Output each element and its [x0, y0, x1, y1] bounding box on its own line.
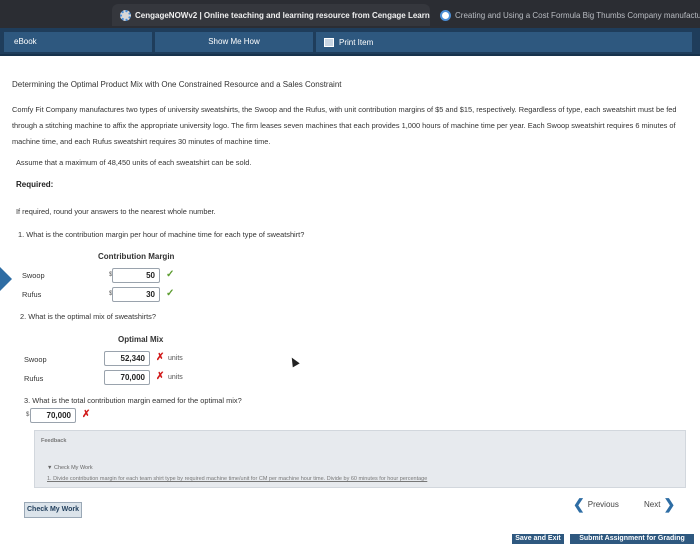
submit-assignment-button[interactable]: Submit Assignment for Grading	[570, 534, 694, 544]
current-row-indicator-icon	[0, 267, 12, 291]
chevron-left-icon: ❮	[573, 496, 585, 512]
previous-label: Previous	[587, 500, 619, 509]
problem-title: Determining the Optimal Product Mix with…	[12, 80, 342, 89]
required-heading: Required:	[16, 180, 54, 189]
tab-title: Creating and Using a Cost Formula Big Th…	[455, 10, 700, 20]
feedback-label: Feedback	[41, 438, 67, 444]
feedback-hint: 1. Divide contribution margin for each t…	[47, 476, 428, 482]
browser-tab-bar: CengageNOWv2 | Online teaching and learn…	[0, 0, 700, 28]
correct-check-icon: ✓	[166, 288, 175, 299]
q2-row-label-swoop: Swoop	[24, 355, 47, 364]
units-label: units	[168, 374, 183, 381]
correct-check-icon: ✓	[166, 269, 175, 280]
save-and-exit-button[interactable]: Save and Exit	[512, 534, 564, 544]
tab-title: CengageNOWv2 | Online teaching and learn…	[135, 10, 430, 20]
ebook-button[interactable]: eBook	[4, 32, 152, 52]
q1-row-label-swoop: Swoop	[22, 271, 45, 280]
q1-row-label-rufus: Rufus	[22, 290, 42, 299]
q3-currency: $	[26, 412, 30, 418]
q1-column-header: Contribution Margin	[98, 252, 175, 261]
browser-tab-cengage[interactable]: CengageNOWv2 | Online teaching and learn…	[112, 4, 430, 26]
question-1-text: 1. What is the contribution margin per h…	[18, 230, 305, 239]
q3-total-cm-input[interactable]: 70,000	[30, 408, 76, 423]
app-toolbar: eBook Show Me How Print Item	[0, 28, 700, 56]
question-3-text: 3. What is the total contribution margin…	[24, 396, 242, 405]
q2-rufus-input[interactable]: 70,000	[104, 370, 150, 385]
previous-button[interactable]: ❮ Previous	[570, 496, 619, 513]
q2-row-label-rufus: Rufus	[24, 374, 44, 383]
next-button[interactable]: Next ❯	[644, 496, 678, 513]
rounding-instruction: If required, round your answers to the n…	[16, 207, 216, 216]
check-my-work-button[interactable]: Check My Work	[24, 502, 82, 518]
q2-swoop-input[interactable]: 52,340	[104, 351, 150, 366]
browser-tab-google[interactable]: Creating and Using a Cost Formula Big Th…	[434, 4, 700, 26]
print-item-button[interactable]: Print Item	[316, 32, 692, 52]
google-favicon-icon	[440, 9, 451, 21]
mouse-cursor-icon	[288, 355, 300, 368]
incorrect-x-icon: ✗	[156, 352, 165, 363]
show-me-how-button[interactable]: Show Me How	[155, 32, 313, 52]
print-item-label: Print Item	[339, 37, 374, 47]
q1-swoop-input[interactable]: 50	[112, 268, 160, 283]
next-label: Next	[644, 500, 661, 509]
incorrect-x-icon: ✗	[82, 409, 91, 420]
q1-rufus-input[interactable]: 30	[112, 287, 160, 302]
check-my-work-toggle[interactable]: ▼ Check My Work	[47, 465, 93, 471]
problem-content: Determining the Optimal Product Mix with…	[0, 58, 700, 544]
print-icon	[324, 37, 334, 47]
cengage-favicon-icon	[120, 9, 131, 21]
problem-paragraph: Comfy Fit Company manufactures two types…	[12, 105, 677, 146]
feedback-panel: Feedback ▼ Check My Work 1. Divide contr…	[34, 430, 686, 488]
question-2-text: 2. What is the optimal mix of sweatshirt…	[20, 312, 156, 321]
q2-column-header: Optimal Mix	[118, 335, 164, 344]
units-label: units	[168, 355, 183, 362]
incorrect-x-icon: ✗	[156, 371, 165, 382]
assumption-text: Assume that a maximum of 48,450 units of…	[16, 158, 252, 167]
chevron-right-icon: ❯	[663, 496, 676, 512]
